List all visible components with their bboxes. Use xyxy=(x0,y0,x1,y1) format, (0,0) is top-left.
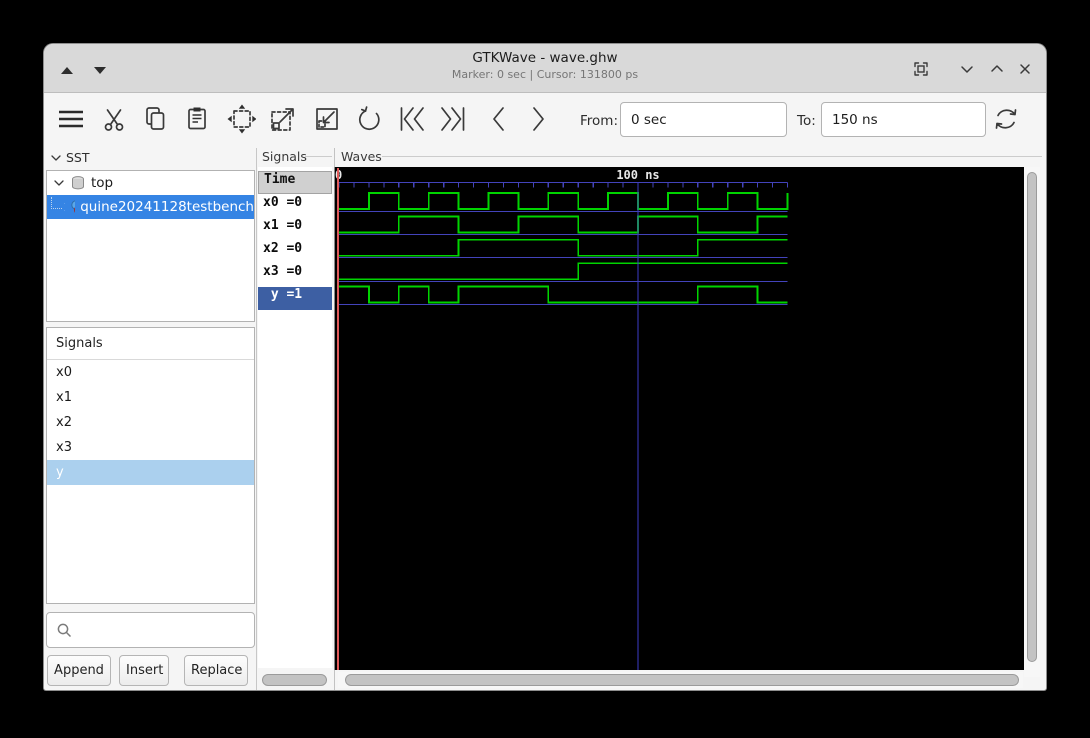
chevron-right-icon xyxy=(533,107,544,131)
zoom-out-icon xyxy=(316,108,338,130)
chevron-right-icon[interactable] xyxy=(62,201,66,213)
sst-label: SST xyxy=(66,150,90,165)
from-input[interactable] xyxy=(620,102,787,137)
zoom-in-button[interactable] xyxy=(267,102,297,136)
signal-name-row[interactable]: x2 =0 xyxy=(258,241,332,264)
signal-list-item[interactable]: x0 xyxy=(47,360,254,385)
copy-button[interactable] xyxy=(140,102,170,136)
chevron-down-icon[interactable] xyxy=(53,178,65,188)
waves-frame-label: Waves xyxy=(341,149,382,164)
chevron-down-icon xyxy=(51,154,61,161)
svg-text:100 ns: 100 ns xyxy=(616,168,659,182)
signals-list-header: Signals xyxy=(47,328,254,360)
append-button[interactable]: Append xyxy=(47,655,111,686)
search-icon xyxy=(57,623,72,637)
waves-vscrollbar-thumb[interactable] xyxy=(1027,172,1037,662)
signal-list-item[interactable]: y xyxy=(47,460,254,485)
menu-button[interactable] xyxy=(54,102,88,136)
tree-item-label: quine20241128testbench xyxy=(80,199,254,215)
signal-name-row[interactable]: y =1 xyxy=(258,287,332,310)
skip-to-start-icon xyxy=(400,107,424,131)
to-input[interactable] xyxy=(821,102,986,137)
waveform-plot: 0100 ns xyxy=(335,168,789,670)
toolbar: From: To: xyxy=(44,93,1046,148)
wave-canvas[interactable]: 0100 ns xyxy=(334,167,1024,670)
time-header[interactable]: Time xyxy=(258,171,332,194)
app-window: GTKWave - wave.ghw Marker: 0 sec | Curso… xyxy=(44,44,1046,690)
close-button[interactable] xyxy=(1014,58,1036,80)
paste-clipboard-icon xyxy=(188,107,206,130)
insert-button[interactable]: Insert xyxy=(119,655,169,686)
chevron-up-icon xyxy=(991,65,1003,72)
undo-arrow-icon xyxy=(359,106,380,131)
screen-background: { "window": { "title": "GTKWave - wave.g… xyxy=(0,0,1090,738)
skip-to-end-icon xyxy=(441,107,465,131)
fit-to-window-button[interactable] xyxy=(910,58,932,80)
window-down-button[interactable] xyxy=(956,58,978,80)
cut-button[interactable] xyxy=(99,102,129,136)
window-title: GTKWave - wave.ghw xyxy=(472,50,618,66)
signal-name-row[interactable]: x3 =0 xyxy=(258,264,332,287)
frame-line xyxy=(305,156,332,157)
tree-item-top[interactable]: top xyxy=(47,171,254,195)
hamburger-menu-icon xyxy=(59,110,83,128)
titlebar-center: GTKWave - wave.ghw Marker: 0 sec | Curso… xyxy=(44,50,1046,81)
signal-name-row[interactable]: x0 =0 xyxy=(258,195,332,218)
chevron-left-icon xyxy=(493,107,504,131)
signal-list-item[interactable]: x3 xyxy=(47,435,254,460)
signal-names-panel: Time x0 =0 x1 =0 x2 =0 x3 =0 y =1 xyxy=(258,167,332,668)
step-back-button[interactable] xyxy=(484,102,514,136)
signal-names-frame-label: Signals xyxy=(262,149,307,164)
module-icon xyxy=(71,200,76,213)
tree-connector xyxy=(51,196,62,209)
signal-name-rows: x0 =0 x1 =0 x2 =0 x3 =0 y =1 xyxy=(258,195,332,310)
signal-list-item[interactable]: x2 xyxy=(47,410,254,435)
waves-vscrollbar[interactable] xyxy=(1024,167,1040,677)
signals-list: x0 x1 x2 x3 y xyxy=(47,360,254,485)
from-label: From: xyxy=(580,113,618,129)
tree-item-testbench[interactable]: quine20241128testbench xyxy=(47,195,254,219)
replace-button[interactable]: Replace xyxy=(184,655,248,686)
to-label: To: xyxy=(797,113,816,129)
paste-button[interactable] xyxy=(182,102,212,136)
zoom-out-button[interactable] xyxy=(311,102,341,136)
frame-line xyxy=(382,156,1042,157)
signal-search-box[interactable] xyxy=(46,612,255,648)
signal-list-item[interactable]: x1 xyxy=(47,385,254,410)
scissors-icon xyxy=(104,109,124,131)
signal-name-row[interactable]: x1 =0 xyxy=(258,218,332,241)
signals-list-panel: Signals x0 x1 x2 x3 y xyxy=(46,327,255,604)
sst-tree: top quine20241128testbench xyxy=(46,170,255,322)
copy-icon xyxy=(146,107,165,130)
skip-to-start-button[interactable] xyxy=(396,102,426,136)
window-up-button[interactable] xyxy=(986,58,1008,80)
waves-hscrollbar-thumb[interactable] xyxy=(345,674,1019,686)
chevron-down-icon xyxy=(961,66,973,73)
database-icon xyxy=(72,176,84,190)
zoom-fit-icon xyxy=(227,104,256,134)
step-forward-button[interactable] xyxy=(523,102,553,136)
titlebar: GTKWave - wave.ghw Marker: 0 sec | Curso… xyxy=(44,44,1046,93)
zoom-fit-button[interactable] xyxy=(226,102,256,136)
window-subtitle: Marker: 0 sec | Cursor: 131800 ps xyxy=(451,68,639,81)
close-icon xyxy=(1020,64,1030,74)
skip-to-end-button[interactable] xyxy=(437,102,467,136)
reload-button[interactable] xyxy=(991,102,1021,136)
tree-item-label: top xyxy=(91,175,114,191)
fit-to-window-icon xyxy=(914,62,928,76)
reload-icon xyxy=(995,109,1017,129)
pane-divider[interactable] xyxy=(256,148,257,690)
undo-button[interactable] xyxy=(353,102,383,136)
zoom-in-icon xyxy=(271,108,294,131)
waves-hscrollbar[interactable] xyxy=(338,672,1023,688)
names-hscrollbar-thumb[interactable] xyxy=(262,674,327,686)
sst-expander[interactable]: SST xyxy=(50,150,90,165)
